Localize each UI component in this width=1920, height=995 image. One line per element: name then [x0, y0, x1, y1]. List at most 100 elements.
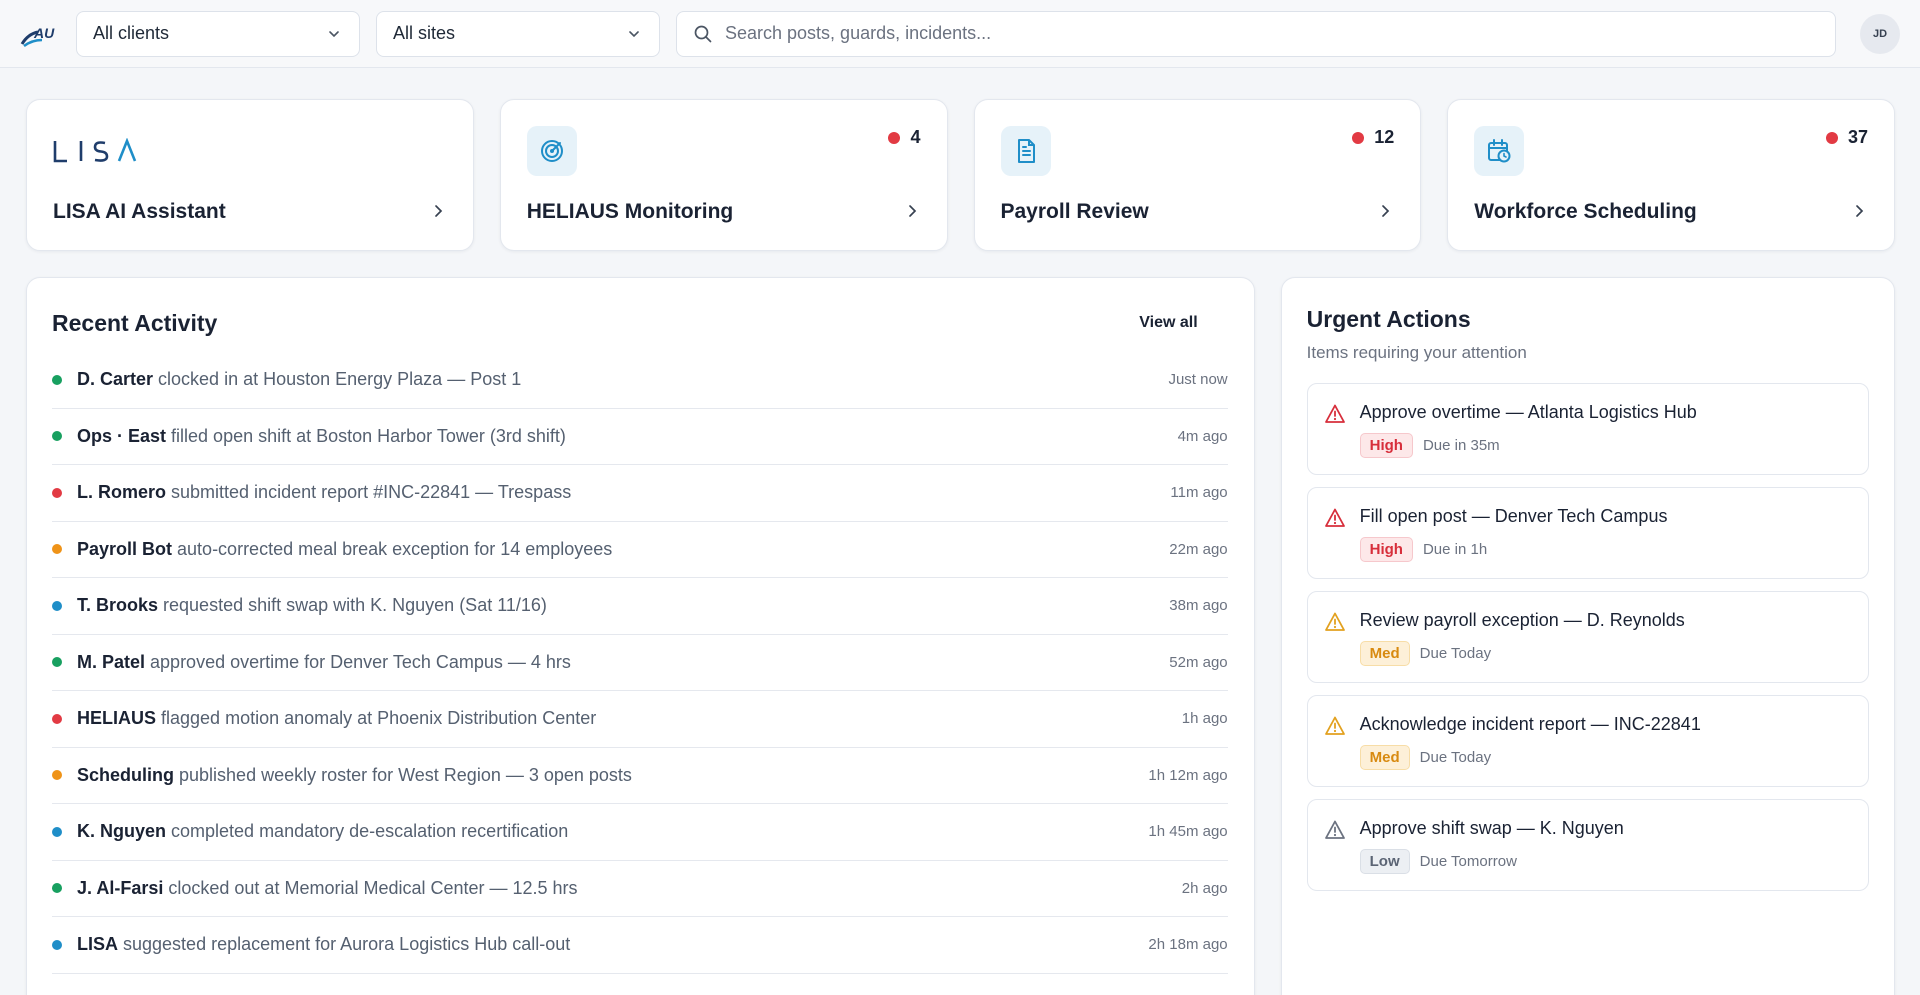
activity-time: 38m ago — [1169, 597, 1228, 615]
activity-row[interactable]: D. Carter clocked in at Houston Energy Pl… — [52, 352, 1228, 409]
card-heliaus-monitoring[interactable]: 4 HELIAUS Monitoring — [499, 99, 948, 251]
lisa-logo-icon — [53, 138, 137, 163]
activity-actor[interactable]: Scheduling — [77, 765, 174, 786]
alert-dot — [1825, 131, 1838, 144]
alert-count-badge: 4 — [888, 127, 921, 148]
urgent-list: Approve overtime — Atlanta Logistics Hub… — [1306, 383, 1869, 891]
activity-time: Just now — [1168, 371, 1228, 389]
urgent-action-item[interactable]: Approve shift swap — K. Nguyen Low Due Tom… — [1306, 799, 1869, 891]
recent-activity-panel: Recent Activity View all D. Carter clocke… — [26, 277, 1255, 995]
activity-actor[interactable]: L. Romero — [77, 482, 166, 503]
panel-title: Recent Activity — [52, 309, 218, 336]
activity-time: 1h 12m ago — [1148, 766, 1228, 784]
activity-actor[interactable]: J. Al-Farsi — [77, 878, 163, 899]
due-label: Due Tomorrow — [1419, 853, 1517, 870]
activity-row[interactable]: Ops · East filled open shift at Boston Ha… — [52, 409, 1228, 465]
dashboard-panels: Recent Activity View all D. Carter clocke… — [0, 251, 1920, 995]
urgent-action-item[interactable]: Review payroll exception — D. Reynolds Me… — [1306, 591, 1869, 683]
status-dot — [52, 431, 62, 442]
urgent-action-meta: High Due in 1h — [1359, 537, 1668, 562]
user-avatar[interactable]: JD — [1860, 13, 1900, 54]
panel-header: Recent Activity View all — [52, 308, 1228, 338]
search-icon — [694, 25, 712, 42]
card-title: HELIAUS Monitoring — [526, 200, 734, 223]
urgent-action-item[interactable]: Acknowledge incident report — INC-22841 M… — [1306, 695, 1869, 787]
priority-badge: Med — [1359, 745, 1410, 770]
activity-actor[interactable]: K. Nguyen — [77, 821, 166, 842]
alert-count: 12 — [1374, 127, 1395, 147]
due-label: Due in 35m — [1422, 437, 1500, 454]
chevron-down-icon — [629, 30, 639, 37]
activity-row[interactable]: HELIAUS flagged motion anomaly at Phoenix… — [52, 691, 1228, 748]
app-logo[interactable]: AU — [20, 18, 58, 50]
activity-row[interactable]: J. Al-Farsi clocked out at Memorial Medic… — [52, 861, 1228, 917]
chevron-right-icon — [434, 205, 442, 217]
urgent-action-meta: Med Due Today — [1359, 641, 1685, 666]
activity-actor[interactable]: LISA — [77, 934, 118, 955]
activity-actor[interactable]: D. Carter — [77, 369, 153, 390]
status-dot — [52, 713, 62, 724]
activity-actor[interactable]: T. Brooks — [77, 595, 158, 616]
alert-dot — [1352, 131, 1365, 144]
activity-row[interactable]: Payroll Bot auto-corrected meal break exc… — [52, 522, 1228, 578]
warning-icon — [1324, 404, 1345, 423]
chevron-right-icon — [908, 205, 916, 217]
module-cards: LISA AI Assistant 4 HELIAUS Monitoring 1… — [0, 68, 1920, 251]
urgent-actions-panel: Urgent Actions Items requiring your atte… — [1280, 277, 1895, 995]
activity-row[interactable]: Scheduling published weekly roster for We… — [52, 748, 1228, 804]
warning-icon — [1324, 508, 1345, 527]
chevron-right-icon — [1382, 205, 1390, 217]
card-title: Payroll Review — [1000, 200, 1149, 223]
status-dot — [52, 883, 62, 894]
card-title: LISA AI Assistant — [53, 200, 226, 223]
view-all-button[interactable]: View all — [1123, 308, 1213, 338]
status-dot — [52, 826, 62, 837]
clients-select[interactable]: All clients — [76, 10, 360, 57]
alert-count: 4 — [910, 127, 921, 147]
sites-select[interactable]: All sites — [376, 10, 660, 57]
activity-text: submitted incident report #INC-22841 — T… — [171, 482, 572, 503]
activity-text: requested shift swap with K. Nguyen (Sat… — [163, 595, 547, 616]
urgent-action-body: Review payroll exception — D. Reynolds Me… — [1359, 610, 1685, 682]
activity-time: 11m ago — [1170, 484, 1228, 502]
card-title: Workforce Scheduling — [1474, 200, 1697, 223]
activity-time: 1h ago — [1181, 710, 1228, 728]
document-icon — [1000, 126, 1051, 176]
card-workforce-scheduling[interactable]: 37 Workforce Scheduling — [1447, 99, 1895, 251]
activity-row[interactable]: LISA suggested replacement for Aurora Log… — [52, 917, 1228, 974]
activity-list: D. Carter clocked in at Houston Energy Pl… — [52, 352, 1228, 974]
status-dot — [52, 374, 62, 385]
sites-select-value: All sites — [393, 23, 456, 43]
warning-icon — [1324, 716, 1345, 735]
urgent-action-title: Approve overtime — Atlanta Logistics Hub — [1359, 402, 1697, 422]
activity-row[interactable]: M. Patel approved overtime for Denver Tec… — [52, 635, 1228, 691]
radar-icon — [526, 126, 577, 176]
activity-row[interactable]: K. Nguyen completed mandatory de-escalati… — [52, 804, 1228, 861]
urgent-action-item[interactable]: Approve overtime — Atlanta Logistics Hub… — [1306, 383, 1869, 475]
chevron-right-icon — [1856, 205, 1864, 217]
alert-dot — [888, 131, 901, 144]
search-input[interactable] — [725, 23, 1819, 44]
activity-actor[interactable]: M. Patel — [77, 652, 145, 673]
activity-actor[interactable]: Payroll Bot — [77, 539, 172, 560]
urgent-action-meta: Med Due Today — [1359, 745, 1701, 770]
activity-actor[interactable]: Ops · East — [77, 426, 166, 447]
clients-select-value: All clients — [93, 23, 170, 43]
card-payroll-review[interactable]: 12 Payroll Review — [973, 99, 1422, 251]
activity-row[interactable]: T. Brooks requested shift swap with K. Ng… — [52, 578, 1228, 635]
priority-badge: Low — [1359, 849, 1410, 874]
card-lisa-ai-assistant[interactable]: LISA AI Assistant — [26, 99, 474, 251]
activity-text: filled open shift at Boston Harbor Tower… — [171, 425, 566, 446]
panel-subtitle: Items requiring your attention — [1306, 343, 1527, 362]
activity-actor[interactable]: HELIAUS — [77, 708, 156, 729]
calendar-clock-icon — [1474, 126, 1525, 176]
status-dot — [52, 487, 62, 498]
activity-text: clocked in at Houston Energy Plaza — Pos… — [158, 369, 522, 390]
urgent-action-item[interactable]: Fill open post — Denver Tech Campus High D… — [1306, 487, 1869, 579]
activity-row[interactable]: L. Romero submitted incident report #INC-… — [52, 465, 1228, 522]
activity-time: 2h 18m ago — [1148, 936, 1228, 954]
activity-text: flagged motion anomaly at Phoenix Distri… — [161, 708, 597, 729]
activity-text: published weekly roster for West Region … — [179, 764, 632, 785]
activity-time: 52m ago — [1169, 653, 1228, 671]
urgent-action-body: Acknowledge incident report — INC-22841 M… — [1359, 714, 1701, 786]
